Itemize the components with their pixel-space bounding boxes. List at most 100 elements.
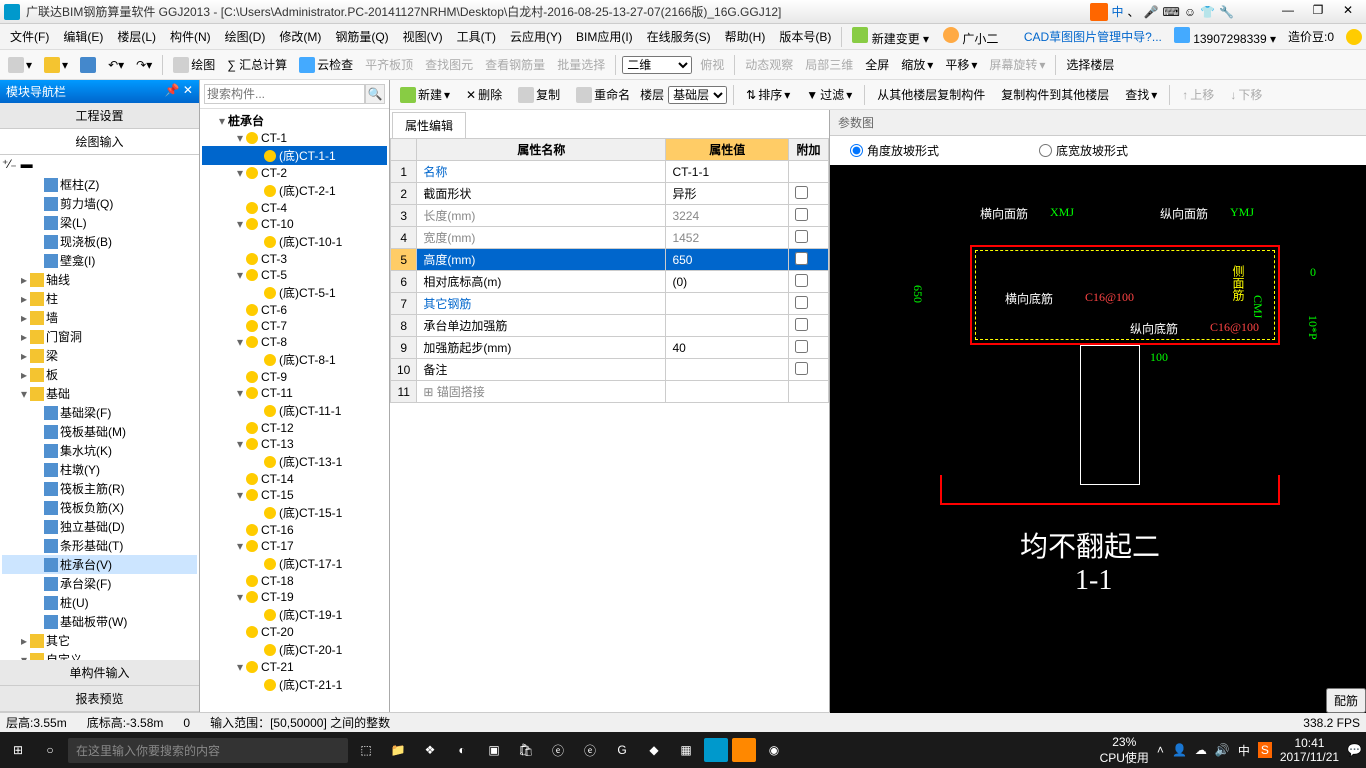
tree-item[interactable]: 基础板带(W) xyxy=(2,612,197,631)
ime-face-icon[interactable]: ☺ xyxy=(1184,5,1196,19)
property-row[interactable]: 10备注 xyxy=(391,359,829,381)
component-item[interactable]: ▾CT-10 xyxy=(202,216,387,232)
component-item[interactable]: (底)CT-21-1 xyxy=(202,675,387,694)
component-item[interactable]: CT-12 xyxy=(202,420,387,436)
tree-item[interactable]: 独立基础(D) xyxy=(2,517,197,536)
search-input[interactable] xyxy=(204,84,365,104)
ime-mic-icon[interactable]: 🎤 xyxy=(1144,5,1159,19)
close-button[interactable]: ✕ xyxy=(1334,3,1362,21)
taskview-icon[interactable]: ⬚ xyxy=(352,736,380,764)
ime-comma-icon[interactable]: 、 xyxy=(1128,3,1140,20)
notification-icon[interactable]: 💬 xyxy=(1347,743,1362,757)
store-icon[interactable]: 🛍 xyxy=(512,736,540,764)
property-tab[interactable]: 属性编辑 xyxy=(392,112,466,138)
component-item[interactable]: ▾CT-5 xyxy=(202,267,387,283)
tree-item[interactable]: 剪力墙(Q) xyxy=(2,194,197,213)
menu-component[interactable]: 构件(N) xyxy=(164,26,217,47)
tree-item[interactable]: 桩(U) xyxy=(2,593,197,612)
component-item[interactable]: ▾CT-11 xyxy=(202,385,387,401)
component-item[interactable]: ▾CT-17 xyxy=(202,538,387,554)
component-item[interactable]: CT-4 xyxy=(202,200,387,216)
tray-people-icon[interactable]: 👤 xyxy=(1172,743,1187,757)
tree-item[interactable]: ▸板 xyxy=(2,365,197,384)
app4-icon[interactable]: G xyxy=(608,736,636,764)
minimize-button[interactable]: — xyxy=(1274,3,1302,21)
copy-to-button[interactable]: 复制构件到其他楼层 xyxy=(995,84,1115,105)
cortana-icon[interactable]: ○ xyxy=(36,736,64,764)
tree-item[interactable]: ▾自定义 xyxy=(2,650,197,660)
property-row[interactable]: 11⊞ 锚固搭接 xyxy=(391,381,829,403)
tree-item[interactable]: ▸梁 xyxy=(2,346,197,365)
component-item[interactable]: ▾CT-13 xyxy=(202,436,387,452)
edge-icon[interactable]: ⓔ xyxy=(544,736,572,764)
tree-item[interactable]: 壁龛(I) xyxy=(2,251,197,270)
rename-button[interactable]: 重命名 xyxy=(570,84,636,105)
tree-item[interactable]: ▸轴线 xyxy=(2,270,197,289)
sum-calc-button[interactable]: ∑ 汇总计算 xyxy=(223,54,291,75)
copy-button[interactable]: 复制 xyxy=(512,84,566,105)
tree-item[interactable]: 柱墩(Y) xyxy=(2,460,197,479)
component-item[interactable]: ▾CT-21 xyxy=(202,659,387,675)
ime-wrench-icon[interactable]: 🔧 xyxy=(1219,5,1234,19)
app7-icon[interactable] xyxy=(704,738,728,762)
draw-button[interactable]: 绘图 xyxy=(169,54,219,75)
property-row[interactable]: 8承台单边加强筋 xyxy=(391,315,829,337)
new-component-button[interactable]: 新建 ▾ xyxy=(394,84,456,105)
new-file-button[interactable]: ▾ xyxy=(4,55,36,75)
menu-modify[interactable]: 修改(M) xyxy=(273,26,327,47)
tree-item[interactable]: 筏板负筋(X) xyxy=(2,498,197,517)
menu-steel[interactable]: 钢筋量(Q) xyxy=(329,26,394,47)
tree-item[interactable]: 现浇板(B) xyxy=(2,232,197,251)
sogou-icon[interactable] xyxy=(1090,3,1108,21)
component-tree[interactable]: ▾桩承台▾CT-1(底)CT-1-1▾CT-2(底)CT-2-1CT-4▾CT-… xyxy=(200,109,389,712)
bean-icon[interactable] xyxy=(1346,29,1362,45)
redo-button[interactable]: ↷▾ xyxy=(132,56,156,74)
explorer-icon[interactable]: 📁 xyxy=(384,736,412,764)
start-button[interactable]: ⊞ xyxy=(4,736,32,764)
property-row[interactable]: 4宽度(mm)1452 xyxy=(391,227,829,249)
app5-icon[interactable]: ◆ xyxy=(640,736,668,764)
fullscreen-button[interactable]: 全屏 xyxy=(861,54,893,75)
property-row[interactable]: 1名称CT-1-1 xyxy=(391,161,829,183)
tree-item[interactable]: 集水坑(K) xyxy=(2,441,197,460)
menu-edit[interactable]: 编辑(E) xyxy=(57,26,109,47)
search-button[interactable]: 🔍 xyxy=(365,84,385,104)
component-item[interactable]: ▾桩承台 xyxy=(202,111,387,130)
component-item[interactable]: ▾CT-15 xyxy=(202,487,387,503)
ime-lang[interactable]: 中 xyxy=(1112,3,1124,20)
component-item[interactable]: (底)CT-1-1 xyxy=(202,146,387,165)
open-button[interactable]: ▾ xyxy=(40,55,72,75)
nav-collapse-icon[interactable]: ▬ xyxy=(21,157,33,171)
pin-icon[interactable]: 📌 ✕ xyxy=(165,83,193,100)
sort-button[interactable]: ⇅ 排序 ▾ xyxy=(740,84,796,105)
ime-keyboard-icon[interactable]: ⌨ xyxy=(1163,5,1180,19)
maximize-button[interactable]: ❐ xyxy=(1304,3,1332,21)
tray-onedrive-icon[interactable]: ☁ xyxy=(1195,743,1207,757)
app8-icon[interactable] xyxy=(732,738,756,762)
component-item[interactable]: (底)CT-19-1 xyxy=(202,605,387,624)
component-item[interactable]: CT-3 xyxy=(202,251,387,267)
floor-select[interactable]: 基础层 xyxy=(668,86,727,104)
component-item[interactable]: (底)CT-13-1 xyxy=(202,452,387,471)
radio-angle-slope[interactable]: 角度放坡形式 xyxy=(850,142,939,159)
property-row[interactable]: 3长度(mm)3224 xyxy=(391,205,829,227)
rebar-config-button[interactable]: 配筋 xyxy=(1326,688,1366,713)
component-item[interactable]: (底)CT-11-1 xyxy=(202,401,387,420)
tree-item[interactable]: ▸门窗洞 xyxy=(2,327,197,346)
pick-floor-button[interactable]: 选择楼层 xyxy=(1062,54,1118,75)
component-item[interactable]: (底)CT-20-1 xyxy=(202,640,387,659)
tray-volume-icon[interactable]: 🔊 xyxy=(1215,743,1230,757)
tree-item[interactable]: 筏板主筋(R) xyxy=(2,479,197,498)
menu-file[interactable]: 文件(F) xyxy=(4,26,55,47)
menu-version[interactable]: 版本号(B) xyxy=(773,26,837,47)
ime-shirt-icon[interactable]: 👕 xyxy=(1200,5,1215,19)
menu-draw[interactable]: 绘图(D) xyxy=(219,26,272,47)
component-item[interactable]: ▾CT-2 xyxy=(202,165,387,181)
component-item[interactable]: ▾CT-1 xyxy=(202,130,387,146)
menu-cloud[interactable]: 云应用(Y) xyxy=(504,26,568,47)
user-button[interactable]: 广小二 xyxy=(937,25,1004,49)
menu-floor[interactable]: 楼层(L) xyxy=(111,26,162,47)
component-item[interactable]: CT-7 xyxy=(202,318,387,334)
component-item[interactable]: (底)CT-5-1 xyxy=(202,283,387,302)
app6-icon[interactable]: ▦ xyxy=(672,736,700,764)
